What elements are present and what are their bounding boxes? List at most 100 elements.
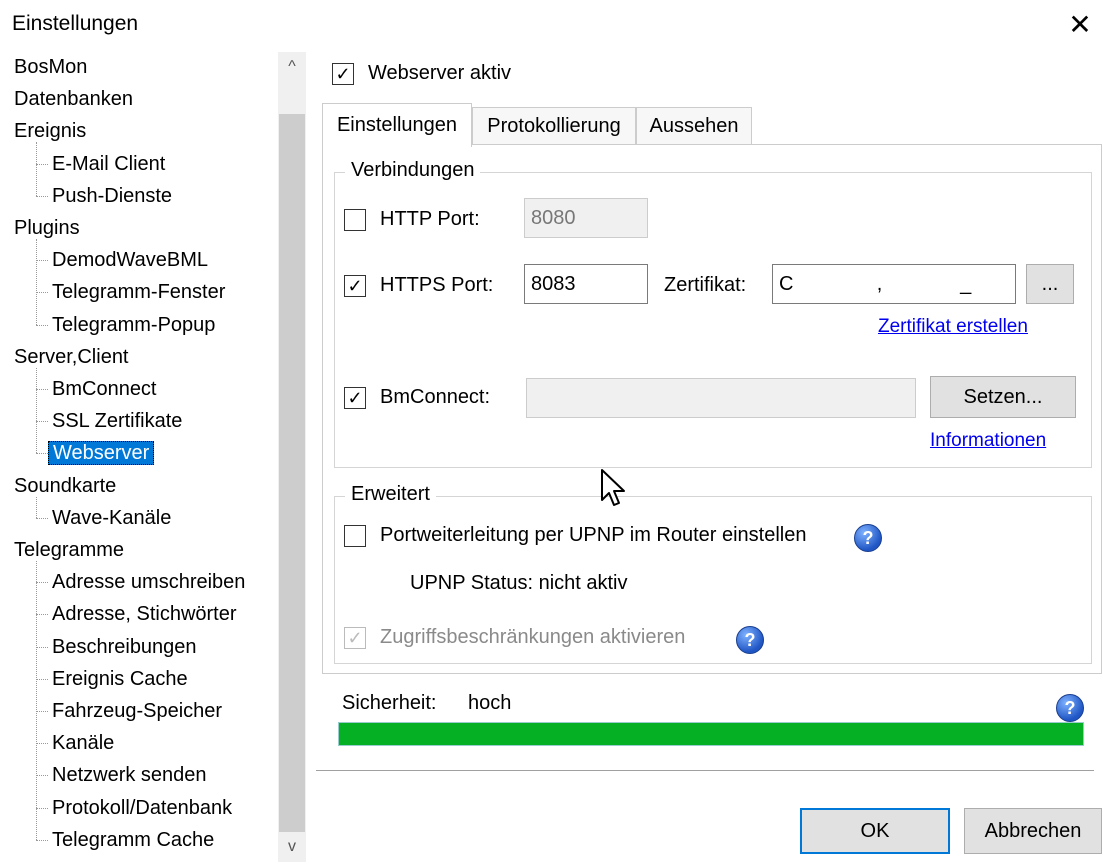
- security-label: Sicherheit:: [342, 692, 437, 714]
- webserver-active-label: Webserver aktiv: [368, 62, 512, 84]
- tree-connector: [36, 614, 48, 616]
- tree-item-label: BmConnect: [52, 378, 157, 400]
- cancel-button[interactable]: Abbrechen: [964, 808, 1102, 854]
- tree-item[interactable]: Telegramm Cache: [52, 825, 214, 855]
- https-port-row[interactable]: ✓ HTTPS Port:: [344, 274, 493, 297]
- bmconnect-checkbox[interactable]: ✓: [344, 386, 366, 409]
- tree-item-label: Plugins: [14, 217, 80, 239]
- tree-item[interactable]: Soundkarte: [14, 471, 116, 501]
- tree-connector: [36, 517, 48, 519]
- tree-item[interactable]: Adresse umschreiben: [52, 567, 245, 597]
- tab-einstellungen[interactable]: Einstellungen: [322, 103, 472, 147]
- http-port-label: HTTP Port:: [380, 208, 480, 230]
- https-port-label: HTTPS Port:: [380, 274, 494, 296]
- tree-item[interactable]: Kanäle: [52, 728, 114, 758]
- tree-connector: [36, 678, 48, 680]
- zertifikat-input[interactable]: C , _: [772, 264, 1016, 304]
- tree-item[interactable]: Telegramme: [14, 535, 124, 565]
- tree-item-label: E-Mail Client: [52, 152, 166, 175]
- tree-connector: [36, 453, 48, 455]
- tree-connector: [36, 239, 37, 325]
- https-port-input[interactable]: 8083: [524, 264, 648, 304]
- tree-item-label: Telegramme: [14, 539, 125, 561]
- mouse-cursor-icon: [601, 469, 625, 506]
- access-restriction-row[interactable]: ✓ Zugriffsbeschränkungen aktivieren: [344, 626, 685, 649]
- tree-item-label: Protokoll/Datenbank: [52, 796, 233, 819]
- scrollbar-thumb[interactable]: [279, 114, 305, 832]
- access-help-icon[interactable]: ?: [736, 626, 764, 654]
- tree-item[interactable]: Webserver: [48, 438, 155, 468]
- settings-tree: BosMon Datenbanken Ereignis E-Mail Client Pu…: [0, 52, 278, 866]
- tree-item[interactable]: Wave-Kanäle: [52, 503, 171, 533]
- tree-item-label: DemodWaveBML: [52, 249, 208, 272]
- tree-connector: [36, 260, 48, 262]
- tree-item[interactable]: Adresse, Stichwörter: [52, 599, 237, 629]
- tree-item[interactable]: Server,Client: [14, 342, 129, 372]
- tab-aussehen[interactable]: Aussehen: [636, 107, 752, 145]
- http-port-checkbox[interactable]: [344, 208, 366, 231]
- tree-item[interactable]: E-Mail Client: [52, 149, 165, 179]
- http-port-input[interactable]: 8080: [524, 198, 648, 238]
- informationen-link[interactable]: Informationen: [930, 430, 1046, 452]
- setzen-button[interactable]: Setzen...: [930, 376, 1076, 418]
- tree-item-label: Netzwerk senden: [52, 764, 207, 787]
- tree-item[interactable]: Telegramm-Fenster: [52, 277, 225, 307]
- tree-connector: [36, 367, 37, 454]
- scroll-up-arrow-icon[interactable]: ^: [278, 52, 306, 82]
- tab-protokollierung[interactable]: Protokollierung: [472, 107, 636, 145]
- tree-connector: [36, 496, 37, 518]
- tree-item[interactable]: DemodWaveBML: [52, 245, 208, 275]
- bmconnect-row[interactable]: ✓ BmConnect:: [344, 386, 490, 409]
- zertifikat-erstellen-link[interactable]: Zertifikat erstellen: [878, 316, 1028, 338]
- tree-item[interactable]: Netzwerk senden: [52, 760, 207, 790]
- tree-item[interactable]: Ereignis Cache: [52, 664, 188, 694]
- tree-item-label: Telegramm-Fenster: [52, 281, 226, 304]
- webserver-active-checkbox[interactable]: ✓: [332, 62, 354, 85]
- tree-connector: [36, 389, 48, 390]
- upnp-row[interactable]: Portweiterleitung per UPNP im Router ein…: [344, 524, 807, 547]
- tree-connector: [36, 775, 48, 777]
- zertifikat-browse-button[interactable]: ...: [1026, 264, 1074, 304]
- tree-item[interactable]: SSL Zertifikate: [52, 406, 182, 436]
- tree-item[interactable]: Fahrzeug-Speicher: [52, 696, 222, 726]
- bmconnect-input[interactable]: [526, 378, 916, 418]
- webserver-active-row[interactable]: ✓ Webserver aktiv: [332, 62, 511, 85]
- close-icon[interactable]: ✕: [1057, 0, 1103, 48]
- tree-item[interactable]: Push-Dienste: [52, 181, 172, 211]
- upnp-checkbox[interactable]: [344, 524, 366, 547]
- tree-item-label: Adresse umschreiben: [52, 571, 246, 594]
- tree-item-label: Soundkarte: [14, 474, 117, 497]
- tree-scrollbar[interactable]: ^ v: [278, 52, 306, 862]
- tree-item-label: Telegramm Cache: [52, 828, 215, 851]
- tree-connector: [36, 195, 48, 197]
- tree-item[interactable]: Beschreibungen: [52, 632, 197, 662]
- tree-item[interactable]: Telegramm-Popup: [52, 310, 215, 340]
- tree-item-label: Ereignis: [14, 120, 87, 143]
- tree-item[interactable]: BmConnect: [52, 374, 157, 404]
- upnp-help-icon[interactable]: ?: [854, 524, 882, 552]
- tree-item[interactable]: Protokoll/Datenbank: [52, 793, 232, 823]
- tree-item[interactable]: Datenbanken: [14, 84, 133, 114]
- tree-item-label: SSL Zertifikate: [52, 410, 183, 433]
- ok-button[interactable]: OK: [800, 808, 950, 854]
- tree-connector: [36, 163, 48, 165]
- access-restriction-label: Zugriffsbeschränkungen aktivieren: [380, 626, 686, 648]
- https-port-checkbox[interactable]: ✓: [344, 274, 366, 297]
- http-port-row[interactable]: HTTP Port:: [344, 208, 480, 231]
- tree-item-label: Adresse, Stichwörter: [52, 603, 237, 626]
- tree-item[interactable]: Ereignis: [14, 116, 86, 146]
- tree-item-label: BosMon: [14, 56, 88, 78]
- tree-item[interactable]: Plugins: [14, 213, 80, 243]
- tree-connector: [36, 292, 48, 294]
- tree-item-label: Push-Dienste: [52, 184, 173, 207]
- footer-divider: [316, 770, 1094, 772]
- tree-item[interactable]: BosMon: [14, 52, 87, 82]
- tree-connector: [36, 561, 37, 840]
- upnp-label: Portweiterleitung per UPNP im Router ein…: [380, 524, 807, 546]
- tree-connector: [36, 324, 48, 326]
- security-help-icon[interactable]: ?: [1056, 694, 1084, 722]
- access-restriction-checkbox[interactable]: ✓: [344, 626, 366, 649]
- title-bar: Einstellungen ✕: [0, 0, 1103, 50]
- scroll-down-arrow-icon[interactable]: v: [278, 832, 306, 862]
- tree-item-label: Telegramm-Popup: [52, 313, 216, 336]
